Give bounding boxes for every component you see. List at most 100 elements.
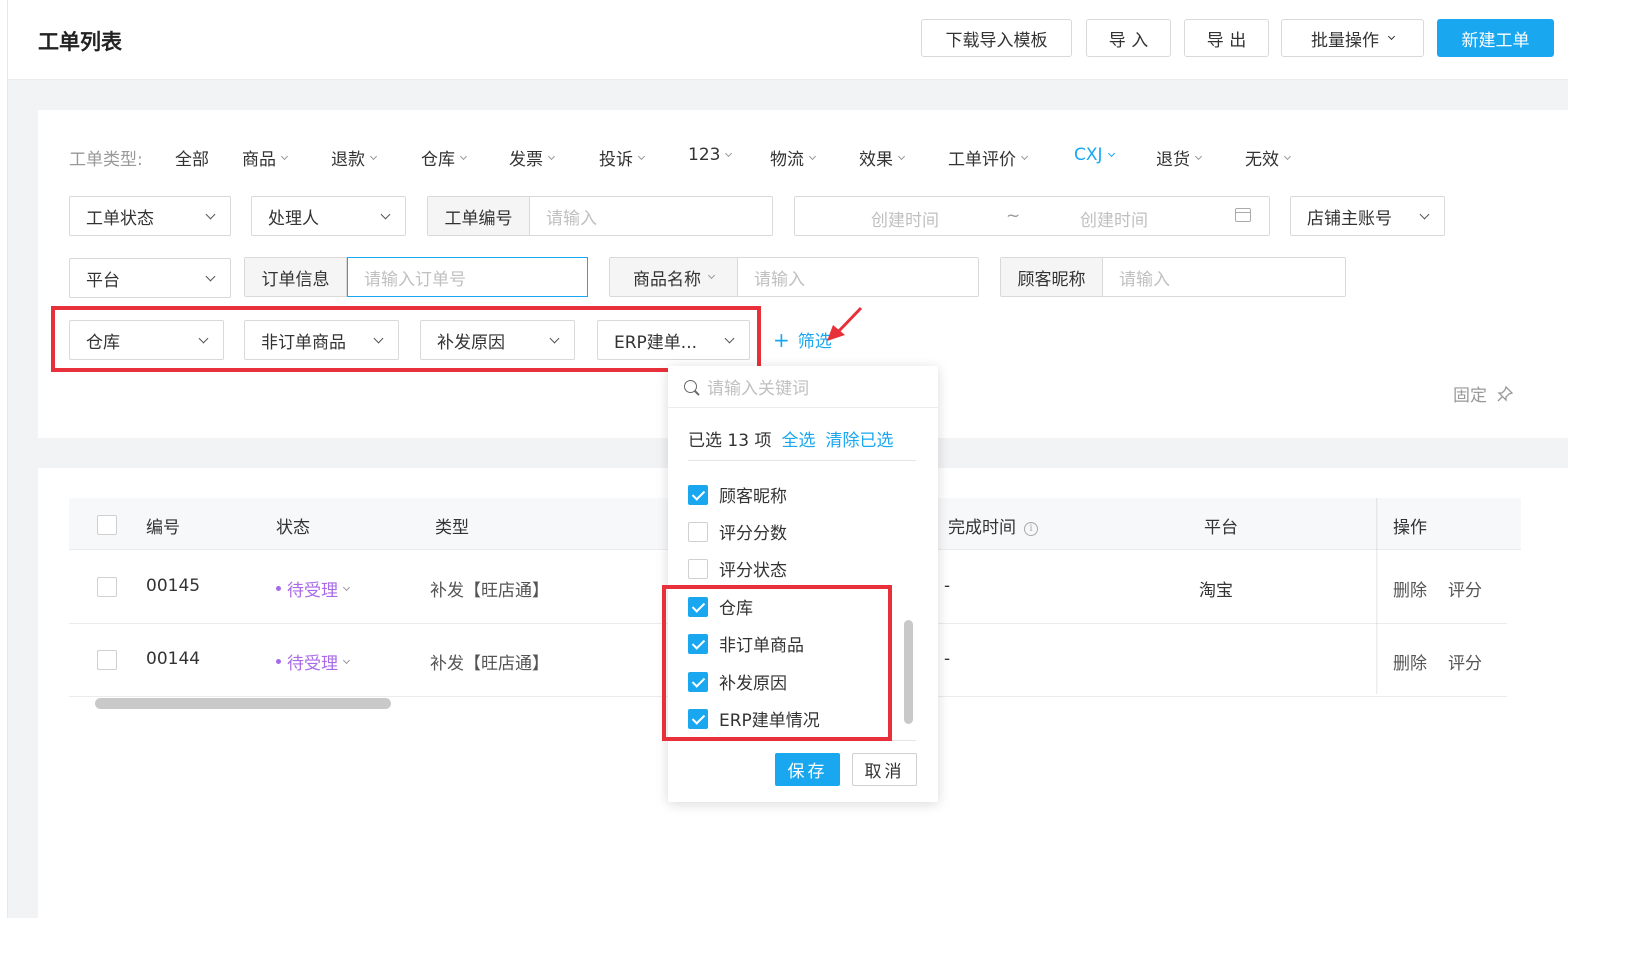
pin-icon bbox=[1497, 385, 1513, 402]
type-tab-cxj[interactable]: CXJ bbox=[1074, 145, 1115, 165]
chevron-down-icon bbox=[1419, 209, 1430, 219]
product-name-field[interactable]: 商品名称 请输入 bbox=[609, 257, 979, 297]
product-name-selector[interactable]: 商品名称 bbox=[610, 258, 738, 296]
add-filter-button[interactable]: + 筛选 bbox=[773, 327, 832, 353]
info-icon[interactable]: i bbox=[1024, 522, 1038, 536]
chevron-down-icon bbox=[342, 656, 351, 664]
horizontal-scrollbar[interactable] bbox=[95, 698, 391, 709]
customer-nickname-input[interactable]: 请输入 bbox=[1103, 258, 1345, 296]
app-frame: 工单列表 下载导入模板 导 入 导 出 批量操作 新建工单 工单类型: 全部 商… bbox=[0, 0, 1568, 918]
type-tabs-label: 工单类型: bbox=[69, 150, 143, 170]
fixed-column-shadow bbox=[1376, 498, 1378, 694]
date-start-input[interactable]: 创建时间 bbox=[871, 206, 939, 231]
shop-account-select[interactable]: 店铺主账号 bbox=[1290, 196, 1445, 236]
checkbox-unchecked-icon[interactable] bbox=[688, 558, 708, 579]
import-button[interactable]: 导 入 bbox=[1086, 19, 1171, 57]
row-type: 补发【旺店通】 bbox=[430, 654, 549, 674]
order-info-input[interactable]: 请输入订单号 bbox=[347, 257, 588, 297]
ticket-number-label: 工单编号 bbox=[428, 197, 530, 235]
option-rating-score[interactable]: 评分分数 bbox=[688, 519, 787, 544]
row-rate-link[interactable]: 评分 bbox=[1448, 576, 1482, 601]
chevron-down-icon bbox=[725, 149, 733, 158]
row-checkbox[interactable] bbox=[97, 577, 117, 597]
column-header-status: 状态 bbox=[276, 518, 310, 538]
popup-scrollbar[interactable] bbox=[904, 620, 913, 724]
create-time-range[interactable]: 创建时间 ~ 创建时间 bbox=[794, 196, 1270, 236]
column-header-actions: 操作 bbox=[1393, 518, 1427, 538]
popup-search-input[interactable]: 请输入关键词 bbox=[668, 366, 938, 408]
chevron-down-icon bbox=[1194, 152, 1203, 160]
type-tab-123[interactable]: 123 bbox=[688, 145, 733, 165]
checkbox-unchecked-icon[interactable] bbox=[688, 521, 708, 542]
row-delete-link[interactable]: 删除 bbox=[1393, 576, 1427, 601]
type-tab-invalid[interactable]: 无效 bbox=[1245, 145, 1292, 170]
ticket-number-field[interactable]: 工单编号 请输入 bbox=[427, 196, 773, 236]
row-type: 补发【旺店通】 bbox=[430, 581, 549, 601]
chevron-down-icon bbox=[342, 583, 351, 591]
row-rate-link[interactable]: 评分 bbox=[1448, 649, 1482, 674]
chevron-down-icon bbox=[637, 152, 646, 160]
chevron-down-icon bbox=[707, 271, 716, 280]
type-tab-complaint[interactable]: 投诉 bbox=[599, 145, 646, 170]
row-id: 00145 bbox=[146, 576, 201, 596]
type-tab-return[interactable]: 退货 bbox=[1156, 145, 1203, 170]
chevron-down-icon bbox=[547, 152, 556, 160]
new-ticket-button[interactable]: 新建工单 bbox=[1437, 19, 1554, 57]
select-all-checkbox[interactable] bbox=[97, 515, 117, 535]
checkbox-checked-icon[interactable] bbox=[688, 484, 708, 505]
type-tab-warehouse[interactable]: 仓库 bbox=[421, 145, 468, 170]
download-template-button[interactable]: 下载导入模板 bbox=[921, 19, 1072, 57]
row-finish-time: - bbox=[944, 576, 951, 596]
selected-count: 已选 13 项 bbox=[688, 431, 772, 451]
customer-nickname-field[interactable]: 顾客昵称 请输入 bbox=[1000, 257, 1346, 297]
chevron-down-icon bbox=[808, 152, 817, 160]
status-dot-icon bbox=[276, 659, 281, 664]
order-info-field[interactable]: 订单信息 请输入订单号 bbox=[244, 257, 588, 297]
row-delete-link[interactable]: 删除 bbox=[1393, 649, 1427, 674]
type-tab-all[interactable]: 全部 bbox=[175, 145, 209, 170]
ticket-status-select[interactable]: 工单状态 bbox=[69, 196, 231, 236]
clear-selection-link[interactable]: 清除已选 bbox=[825, 426, 893, 451]
popup-selection-summary: 已选 13 项 全选 清除已选 bbox=[688, 426, 893, 451]
option-rating-status[interactable]: 评分状态 bbox=[688, 556, 787, 581]
date-separator: ~ bbox=[1006, 206, 1021, 226]
product-name-input[interactable]: 请输入 bbox=[738, 258, 978, 296]
type-tab-effect[interactable]: 效果 bbox=[859, 145, 906, 170]
type-tab-logistics[interactable]: 物流 bbox=[770, 145, 817, 170]
status-badge[interactable]: 待受理 bbox=[276, 649, 351, 674]
pin-toggle[interactable]: 固定 bbox=[1453, 381, 1513, 406]
chevron-down-icon bbox=[205, 209, 216, 219]
chevron-down-icon bbox=[380, 209, 391, 219]
select-all-link[interactable]: 全选 bbox=[781, 426, 815, 451]
row-platform: 淘宝 bbox=[1199, 581, 1233, 601]
type-tab-product[interactable]: 商品 bbox=[242, 145, 289, 170]
type-tab-ticket-review[interactable]: 工单评价 bbox=[948, 145, 1029, 170]
chevron-down-icon bbox=[897, 152, 906, 160]
chevron-down-icon bbox=[369, 152, 378, 160]
chevron-down-icon bbox=[1387, 32, 1396, 41]
row-checkbox[interactable] bbox=[97, 650, 117, 670]
batch-operations-button[interactable]: 批量操作 bbox=[1281, 19, 1424, 57]
chevron-down-icon bbox=[1107, 149, 1115, 158]
status-badge[interactable]: 待受理 bbox=[276, 576, 351, 601]
search-icon bbox=[684, 380, 697, 393]
row-id: 00144 bbox=[146, 649, 201, 669]
type-tab-invoice[interactable]: 发票 bbox=[509, 145, 556, 170]
save-button[interactable]: 保存 bbox=[775, 753, 840, 786]
status-dot-icon bbox=[276, 586, 281, 591]
page-title: 工单列表 bbox=[38, 30, 122, 54]
handler-select[interactable]: 处理人 bbox=[251, 196, 406, 236]
popup-divider bbox=[688, 460, 916, 461]
date-end-input[interactable]: 创建时间 bbox=[1080, 206, 1148, 231]
option-customer-nickname[interactable]: 顾客昵称 bbox=[688, 482, 787, 507]
type-tab-refund[interactable]: 退款 bbox=[331, 145, 378, 170]
calendar-icon bbox=[1235, 208, 1251, 222]
cancel-button[interactable]: 取消 bbox=[852, 753, 917, 786]
customer-nickname-label: 顾客昵称 bbox=[1001, 258, 1103, 296]
ticket-number-input[interactable]: 请输入 bbox=[530, 197, 772, 235]
row-finish-time: - bbox=[944, 649, 951, 669]
export-button[interactable]: 导 出 bbox=[1184, 19, 1269, 57]
platform-select[interactable]: 平台 bbox=[69, 258, 231, 298]
highlight-box-options bbox=[662, 585, 892, 741]
column-header-platform: 平台 bbox=[1204, 518, 1238, 538]
